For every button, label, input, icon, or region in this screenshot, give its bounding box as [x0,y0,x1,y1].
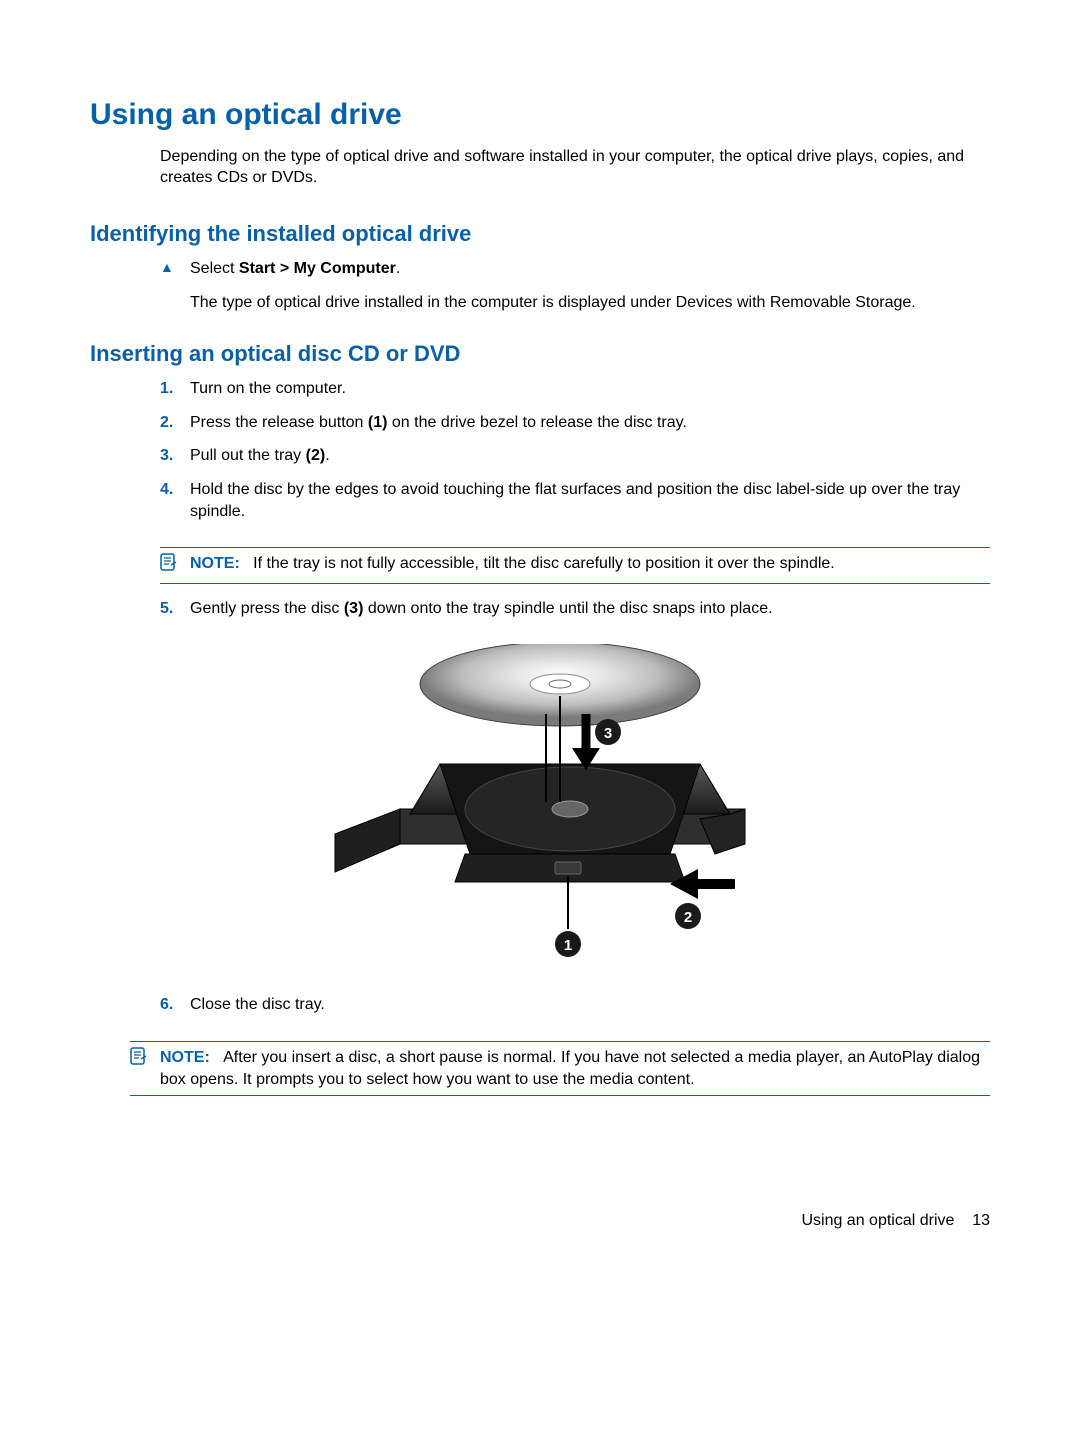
note-icon [130,1047,160,1072]
svg-text:1: 1 [564,937,572,954]
step-5: 5. Gently press the disc (3) down onto t… [160,598,990,620]
step-number: 6. [160,994,190,1016]
note-body: NOTE: If the tray is not fully accessibl… [190,553,990,575]
step-body: Hold the disc by the edges to avoid touc… [190,479,990,522]
step-number: 1. [160,378,190,400]
step-body: Close the disc tray. [190,994,990,1016]
inserting-steps-cont2: 6. Close the disc tray. [160,994,990,1016]
step-body: Pull out the tray (2). [190,445,990,467]
step-1: 1. Turn on the computer. [160,378,990,400]
svg-text:2: 2 [684,909,692,926]
note-icon [160,553,190,578]
note-text: If the tray is not fully accessible, til… [253,555,835,572]
step-select-start: ▲ Select Start > My Computer. The type o… [160,258,990,313]
step-number: 2. [160,412,190,434]
step-sub-paragraph: The type of optical drive installed in t… [190,292,990,314]
document-page: Using an optical drive Depending on the … [0,0,1080,1437]
inserting-steps: 1. Turn on the computer. 2. Press the re… [160,378,990,522]
step-body: Press the release button (1) on the driv… [190,412,990,434]
step-number: 5. [160,598,190,620]
step-text-bold: Start > My Computer [239,260,396,277]
step-3: 3. Pull out the tray (2). [160,445,990,467]
page-title: Using an optical drive [90,95,990,136]
step-body: Select Start > My Computer. The type of … [190,258,990,313]
note-text: After you insert a disc, a short pause i… [160,1049,980,1088]
intro-paragraph: Depending on the type of optical drive a… [160,146,990,189]
footer-title: Using an optical drive [801,1212,954,1229]
optical-drive-figure: 3 2 1 [90,644,990,974]
page-footer: Using an optical drive 13 [801,1210,990,1232]
step-number: 4. [160,479,190,501]
note-label: NOTE: [160,1049,210,1066]
step-text-suffix: . [396,260,400,277]
step-6: 6. Close the disc tray. [160,994,990,1016]
step-number: 3. [160,445,190,467]
step-body: Turn on the computer. [190,378,990,400]
inserting-steps-cont: 5. Gently press the disc (3) down onto t… [160,598,990,620]
note-body: NOTE: After you insert a disc, a short p… [160,1047,990,1090]
section-heading-inserting: Inserting an optical disc CD or DVD [90,339,990,369]
note-box-inner: NOTE: If the tray is not fully accessibl… [160,547,990,584]
identifying-steps: ▲ Select Start > My Computer. The type o… [160,258,990,313]
step-2: 2. Press the release button (1) on the d… [160,412,990,434]
note-box-outer: NOTE: After you insert a disc, a short p… [130,1041,990,1096]
triangle-bullet-icon: ▲ [160,258,190,277]
svg-text:3: 3 [604,725,612,742]
step-4: 4. Hold the disc by the edges to avoid t… [160,479,990,522]
step-text-prefix: Select [190,260,239,277]
footer-page-number: 13 [972,1212,990,1229]
section-heading-identifying: Identifying the installed optical drive [90,219,990,249]
step-body: Gently press the disc (3) down onto the … [190,598,990,620]
note-label: NOTE: [190,555,240,572]
